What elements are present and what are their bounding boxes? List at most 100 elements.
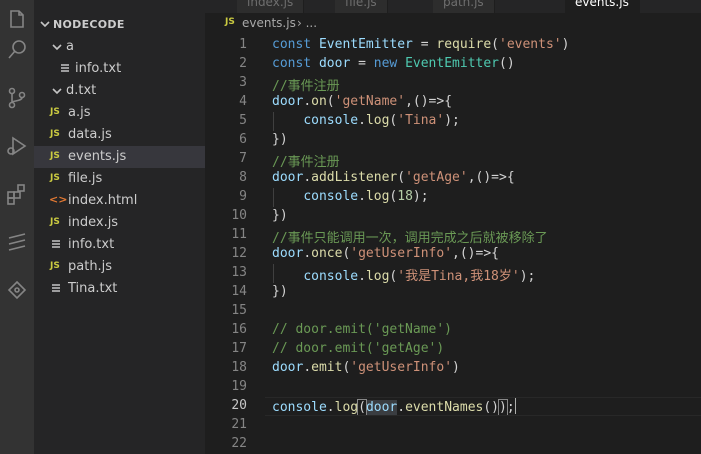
code-token: door <box>365 400 398 415</box>
tree-item-folder-a[interactable]: a <box>34 36 205 58</box>
line-number: 7 <box>239 151 247 166</box>
code-token: . <box>303 94 312 109</box>
code-line[interactable]: 21 <box>205 416 701 435</box>
tree-item-data-js[interactable]: JS data.js <box>34 124 205 146</box>
code-line[interactable]: 19 <box>205 378 701 397</box>
line-number: 2 <box>239 56 247 71</box>
tree-item-label: Tina.txt <box>68 281 118 296</box>
live-share-icon[interactable] <box>0 270 34 310</box>
tree-item-tina-txt[interactable]: Tina.txt <box>34 278 205 300</box>
tree-item-a-js[interactable]: JS a.js <box>34 102 205 124</box>
code-token: ( <box>357 399 367 416</box>
code-token: ); <box>519 269 536 284</box>
tree-item-label: index.js <box>68 215 119 230</box>
breadcrumb-separator[interactable]: › ... <box>297 16 317 30</box>
code-line[interactable]: 8 door.addListener('getAge',()=>{ <box>205 169 701 188</box>
code-text: door.once('getUserInfo',()=>{ <box>272 246 499 261</box>
code-token: console <box>303 269 359 284</box>
code-text: console.log('Tina'); <box>272 113 460 128</box>
indent-guide <box>273 264 274 283</box>
code-token: addListener <box>311 170 398 185</box>
code-token: //事件注册 <box>272 79 340 94</box>
code-line[interactable]: 10}) <box>205 207 701 226</box>
code-token: // door.emit('getAge') <box>272 341 445 356</box>
text-file-icon <box>60 63 70 76</box>
source-control-icon[interactable] <box>0 78 34 118</box>
code-text: // door.emit('getName') <box>272 322 452 337</box>
line-number: 22 <box>231 436 247 451</box>
code-line[interactable]: 13 console.log('我是Tina,我18岁'); <box>205 264 701 284</box>
tab-index-js[interactable]: index.js <box>237 0 305 13</box>
folder-name: NODECODE <box>53 18 125 31</box>
code-token: }) <box>272 208 288 223</box>
text-file-icon <box>51 239 61 252</box>
code-line[interactable]: 9 console.log(18); <box>205 188 701 207</box>
code-line[interactable]: 3 //事件注册 <box>205 74 701 94</box>
code-token: ,()=>{ <box>452 246 499 261</box>
indent-guide <box>273 112 274 131</box>
code-line[interactable]: 5 console.log('Tina'); <box>205 112 701 131</box>
code-editor[interactable]: 1 const EventEmitter = require('events') 2… <box>205 35 701 454</box>
tree-item-folder-d-txt[interactable]: d.txt <box>34 80 205 102</box>
code-line[interactable]: 18 door.emit('getUserInfo') <box>205 359 701 378</box>
line-number: 14 <box>231 284 247 299</box>
tree-item-info-txt[interactable]: info.txt <box>34 58 205 80</box>
code-token: console <box>272 400 327 415</box>
code-token: . <box>397 400 406 415</box>
code-line[interactable]: 22 <box>205 435 701 454</box>
tree-item-index-html[interactable]: <> index.html <box>34 190 205 212</box>
code-token: console <box>303 113 359 128</box>
run-debug-icon[interactable] <box>0 126 34 166</box>
code-token: log <box>365 269 390 284</box>
folder-header-nodecode[interactable]: NODECODE <box>34 13 205 35</box>
search-icon[interactable] <box>0 30 34 70</box>
tree-item-file-js[interactable]: JS file.js <box>34 168 205 190</box>
code-token: //事件注册 <box>272 155 340 170</box>
code-line[interactable]: 20 console.log(door.eventNames()); <box>205 397 701 416</box>
explorer-sidebar: NODECODE a info.txt d.txt JS a.js JS dat… <box>34 0 205 454</box>
code-line[interactable]: 11 //事件只能调用一次，调用完成之后就被移除了 <box>205 226 701 246</box>
js-file-icon: JS <box>50 107 60 117</box>
code-line[interactable]: 4 door.on('getName',()=>{ <box>205 93 701 112</box>
code-token: }) <box>272 284 288 299</box>
remote-explorer-icon[interactable] <box>0 222 34 262</box>
code-text: console.log(18); <box>272 189 428 204</box>
tab-file-js[interactable]: file.js <box>335 0 388 13</box>
text-cursor <box>514 398 516 414</box>
js-file-icon: JS <box>50 217 60 227</box>
code-line[interactable]: 17 // door.emit('getAge') <box>205 340 701 359</box>
tree-item-index-js[interactable]: JS index.js <box>34 212 205 234</box>
code-line[interactable]: 6}) <box>205 131 701 150</box>
tab-path-js[interactable]: path.js <box>433 0 495 13</box>
breadcrumb-file[interactable]: events.js <box>242 16 296 30</box>
tree-item-label: a <box>66 39 74 54</box>
code-token: . <box>358 189 366 204</box>
code-line[interactable]: 2 const door = new EventEmitter() <box>205 55 701 74</box>
chevron-down-icon <box>52 41 62 51</box>
line-number: 17 <box>231 341 247 356</box>
code-token: console <box>303 189 359 204</box>
code-line[interactable]: 7 //事件注册 <box>205 150 701 170</box>
code-token: = <box>412 37 437 52</box>
code-token: log <box>365 113 390 128</box>
extensions-icon[interactable] <box>0 174 34 214</box>
code-line[interactable]: 14}) <box>205 283 701 302</box>
tree-item-path-js[interactable]: JS path.js <box>34 256 205 278</box>
code-text: const door = new EventEmitter() <box>272 56 515 71</box>
code-token: 18 <box>397 189 413 204</box>
line-number: 20 <box>231 398 247 413</box>
code-line[interactable]: 1 const EventEmitter = require('events') <box>205 36 701 55</box>
code-line[interactable]: 15 <box>205 302 701 321</box>
tree-item-events-js[interactable]: JS events.js <box>34 146 205 168</box>
code-line[interactable]: 16 // door.emit('getName') <box>205 321 701 340</box>
code-text: }) <box>272 132 288 147</box>
code-token: log <box>365 189 390 204</box>
code-token: door <box>272 246 304 261</box>
tab-events-js[interactable]: events.js <box>565 0 640 13</box>
code-token: 'getAge' <box>405 170 468 185</box>
code-line[interactable]: 12 door.once('getUserInfo',()=>{ <box>205 245 701 264</box>
tree-item-info-txt-root[interactable]: info.txt <box>34 234 205 256</box>
line-number: 21 <box>231 417 247 432</box>
